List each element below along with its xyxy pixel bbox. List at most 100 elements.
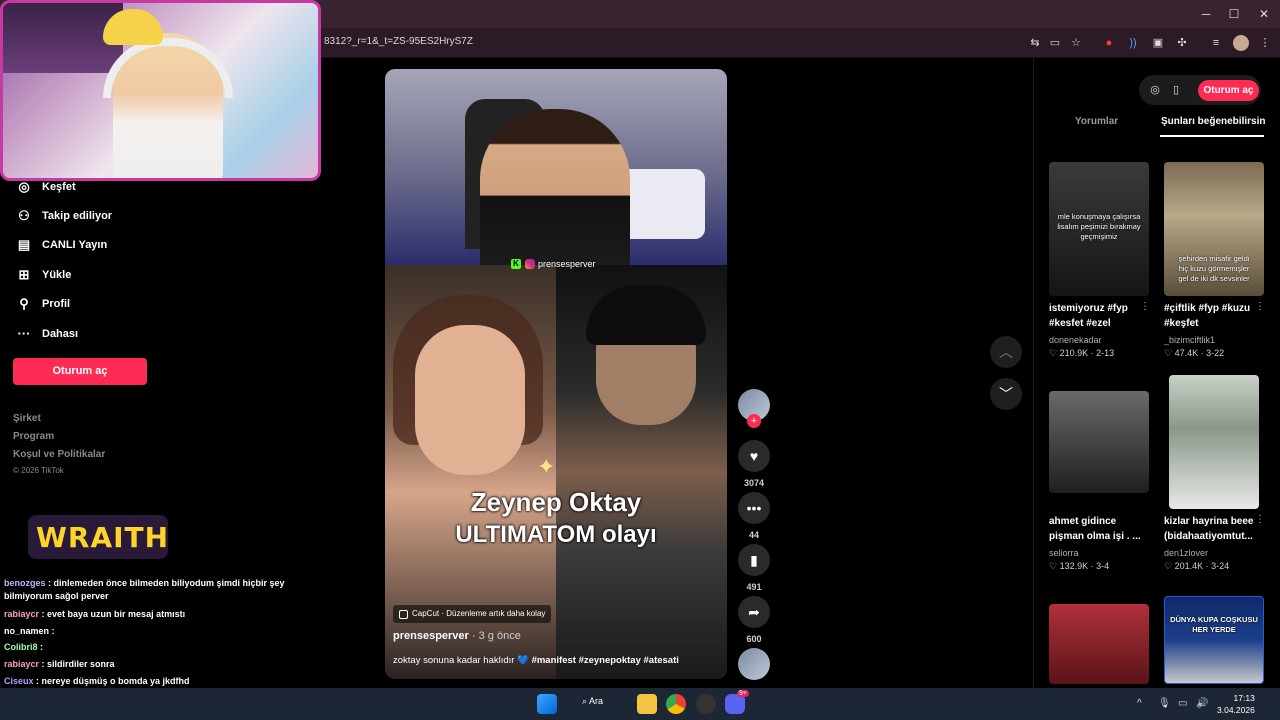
capcut-text: CapCut · Düzenleme artık daha kolay: [412, 609, 546, 618]
video-thumbnail[interactable]: [1169, 375, 1259, 509]
card-title[interactable]: #çiftlik #fyp #kuzu #keşfet: [1164, 301, 1264, 331]
media-control-icon[interactable]: ≡: [1208, 35, 1224, 51]
extension-red-icon[interactable]: ●: [1101, 35, 1117, 51]
separator: ·: [1090, 348, 1094, 358]
close-window-button[interactable]: ✕: [1250, 4, 1278, 24]
extensions-puzzle-icon[interactable]: ✣: [1174, 35, 1190, 51]
comment-count: 44: [748, 530, 759, 540]
chat-text: : evet baya uzun bir mesaj atmıstı: [39, 609, 186, 619]
compass-icon: ◎: [18, 179, 30, 194]
bookmark-icon[interactable]: ▮: [738, 544, 770, 576]
cast-icon[interactable]: ▭: [1047, 35, 1063, 51]
discord-icon[interactable]: 9+: [725, 690, 749, 714]
chat-username: rabiaycr: [4, 609, 40, 619]
obs-icon[interactable]: [696, 694, 716, 714]
more-options-icon[interactable]: ⋮: [1140, 301, 1150, 312]
comment-action[interactable]: ••• 44: [738, 492, 770, 540]
extension-waves-icon[interactable]: )): [1125, 35, 1141, 51]
video-thumbnail[interactable]: [1049, 391, 1149, 493]
maximize-button[interactable]: ☐: [1220, 4, 1248, 24]
microphone-icon[interactable]: 🎙: [1158, 698, 1171, 709]
card-stats: ♡ 210.9K · 2-13: [1049, 348, 1114, 359]
extension-shield-icon[interactable]: ▣: [1150, 35, 1166, 51]
phone-icon[interactable]: ▯: [1168, 82, 1184, 98]
like-count: 3074: [743, 478, 765, 488]
author-name[interactable]: prensesperver: [393, 630, 469, 642]
tab-comments[interactable]: Yorumlar: [1075, 116, 1118, 127]
chat-text: :: [37, 642, 44, 652]
chat-username: no_namen: [4, 626, 50, 636]
person-plus-icon: ⚇: [18, 208, 30, 223]
url-field[interactable]: 8312?_r=1&_t=ZS-95ES2HryS7Z: [324, 36, 473, 47]
chevron-up-icon[interactable]: ︿: [990, 336, 1022, 368]
comment-icon[interactable]: •••: [738, 492, 770, 524]
more-options-icon[interactable]: ⋮: [1255, 301, 1265, 312]
profile-avatar-icon[interactable]: [1233, 35, 1249, 51]
video-player[interactable]: K prensesperver ✦ Zeynep Oktay ULTIMATOM…: [385, 69, 727, 679]
browser-menu-icon[interactable]: ⋮: [1257, 35, 1273, 51]
footer-link-terms[interactable]: Koşul ve Politikalar: [13, 449, 105, 460]
system-clock[interactable]: 17:13 3.04.2026: [1217, 692, 1255, 716]
follow-plus-icon[interactable]: +: [747, 414, 761, 428]
share-arrow-icon[interactable]: ➦: [738, 596, 770, 628]
chevron-down-icon[interactable]: ﹀: [990, 378, 1022, 410]
video-thumbnail[interactable]: DÜNYA KUPA COŞKUSU HER YERDE: [1164, 596, 1264, 684]
card-title[interactable]: istemiyoruz #fyp #kesfet #ezel: [1049, 301, 1149, 331]
card-title[interactable]: ahmet gidince pişman olma işi . ...: [1049, 514, 1149, 544]
taskbar-search[interactable]: ⌕ Ara: [582, 696, 603, 707]
volume-icon[interactable]: 🔊: [1196, 698, 1208, 709]
capcut-label[interactable]: CapCut · Düzenleme artık daha kolay: [393, 605, 552, 623]
wraith-logo-text: WRAITH: [36, 521, 170, 554]
card-author[interactable]: _bizimciftlik1: [1164, 335, 1215, 345]
footer-link-program[interactable]: Program: [13, 431, 54, 442]
share-action[interactable]: ➦ 600: [738, 596, 770, 644]
video-thumbnail[interactable]: mle konuşmaya çalışırsa lisalım peşimizi…: [1049, 162, 1149, 296]
screen: ─ ☐ ✕ 8312?_r=1&_t=ZS-95ES2HryS7Z ⇆ ▭ ☆ …: [0, 0, 1280, 720]
sidebar-item-profile[interactable]: ⚲ Profil: [16, 294, 70, 314]
kick-icon: K: [511, 259, 521, 269]
compass-icon[interactable]: ◎: [1147, 82, 1163, 98]
heart-icon[interactable]: ♥: [738, 440, 770, 472]
sidebar-login-button[interactable]: Oturum aç: [13, 358, 147, 385]
music-disc-avatar[interactable]: [738, 648, 770, 680]
translate-icon[interactable]: ⇆: [1027, 35, 1043, 51]
chrome-icon[interactable]: [666, 694, 686, 714]
sidebar-item-following[interactable]: ⚇ Takip ediliyor: [16, 206, 112, 226]
more-options-icon[interactable]: ⋮: [1255, 514, 1265, 525]
chat-username: Ciseux: [4, 676, 34, 686]
heart-outline-icon: ♡: [1164, 348, 1173, 358]
sidebar-item-upload[interactable]: ⊞ Yükle: [16, 265, 72, 285]
video-thumbnail[interactable]: şehirden misafir geldi hiç kuzu görmemiş…: [1164, 162, 1264, 296]
minimize-button[interactable]: ─: [1192, 4, 1220, 24]
like-action[interactable]: ♥ 3074: [738, 440, 770, 488]
sidebar-item-label: Profil: [42, 298, 71, 310]
card-date: 2-13: [1096, 348, 1115, 358]
tab-recommended[interactable]: Şunları beğenebilirsin: [1161, 116, 1265, 127]
video-author[interactable]: prensesperver · 3 g önce: [393, 630, 521, 642]
clock-time: 17:13: [1233, 693, 1255, 703]
footer-link-company[interactable]: Şirket: [13, 413, 41, 424]
card-views: 201.4K: [1174, 561, 1204, 571]
sidebar-item-live[interactable]: ▤ CANLI Yayın: [16, 235, 107, 255]
card-date: 3-22: [1206, 348, 1225, 358]
chat-message: Colibri8 :: [4, 641, 324, 654]
card-title[interactable]: kizlar hayrina beee (bidahaatiyomtut...: [1164, 514, 1264, 544]
windows-start-icon[interactable]: [537, 694, 557, 714]
card-author[interactable]: donenekadar: [1049, 335, 1102, 345]
bookmark-star-icon[interactable]: ☆: [1068, 35, 1084, 51]
desc-hashtags[interactable]: #manifest #zeynepoktay #atesati: [532, 655, 679, 666]
save-action[interactable]: ▮ 491: [738, 544, 770, 592]
separator: ·: [1090, 561, 1094, 571]
video-thumbnail[interactable]: [1049, 604, 1149, 684]
card-stats: ♡ 132.9K · 3-4: [1049, 561, 1109, 572]
thumbnail-overlay-text: şehirden misafir geldi hiç kuzu görmemiş…: [1178, 254, 1250, 283]
sidebar-item-label: CANLI Yayın: [42, 239, 108, 251]
sidebar-item-more[interactable]: ··· Dahası: [16, 324, 79, 344]
network-icon[interactable]: ▭: [1178, 698, 1187, 709]
top-login-button[interactable]: Oturum aç: [1198, 80, 1259, 101]
card-author[interactable]: seliorra: [1049, 548, 1079, 558]
sparkle-icon: ✦: [537, 454, 556, 479]
file-explorer-icon[interactable]: [637, 694, 657, 714]
card-author[interactable]: den1zlover: [1164, 548, 1208, 558]
tray-chevron-icon[interactable]: ^: [1137, 698, 1142, 709]
